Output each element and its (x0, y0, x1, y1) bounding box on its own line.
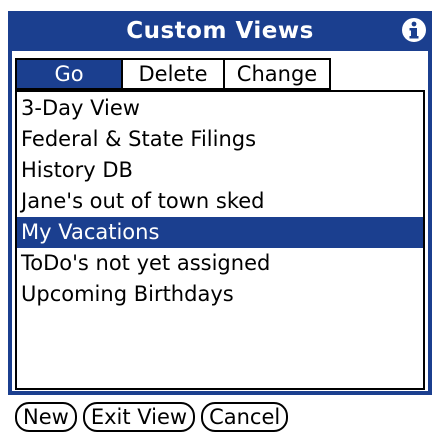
list-item[interactable]: Jane's out of town sked (17, 186, 423, 217)
info-icon[interactable] (400, 16, 428, 44)
page-title: Custom Views (126, 18, 314, 44)
exit-view-button[interactable]: Exit View (82, 402, 196, 432)
views-list: 3-Day View Federal & State Filings Histo… (15, 90, 425, 390)
tab-go[interactable]: Go (17, 60, 121, 88)
button-row: New Exit View Cancel (15, 402, 289, 434)
list-item-selected[interactable]: My Vacations (17, 217, 423, 248)
tab-delete[interactable]: Delete (121, 60, 223, 88)
list-item[interactable]: History DB (17, 155, 423, 186)
list-item[interactable]: 3-Day View (17, 93, 423, 124)
tab-change[interactable]: Change (223, 60, 329, 88)
list-item[interactable]: ToDo's not yet assigned (17, 248, 423, 279)
new-button[interactable]: New (15, 402, 77, 432)
cancel-button[interactable]: Cancel (201, 402, 289, 432)
action-tabs: Go Delete Change (15, 58, 331, 90)
title-bar: Custom Views (8, 11, 432, 51)
list-item[interactable]: Federal & State Filings (17, 124, 423, 155)
list-item[interactable]: Upcoming Birthdays (17, 279, 423, 310)
